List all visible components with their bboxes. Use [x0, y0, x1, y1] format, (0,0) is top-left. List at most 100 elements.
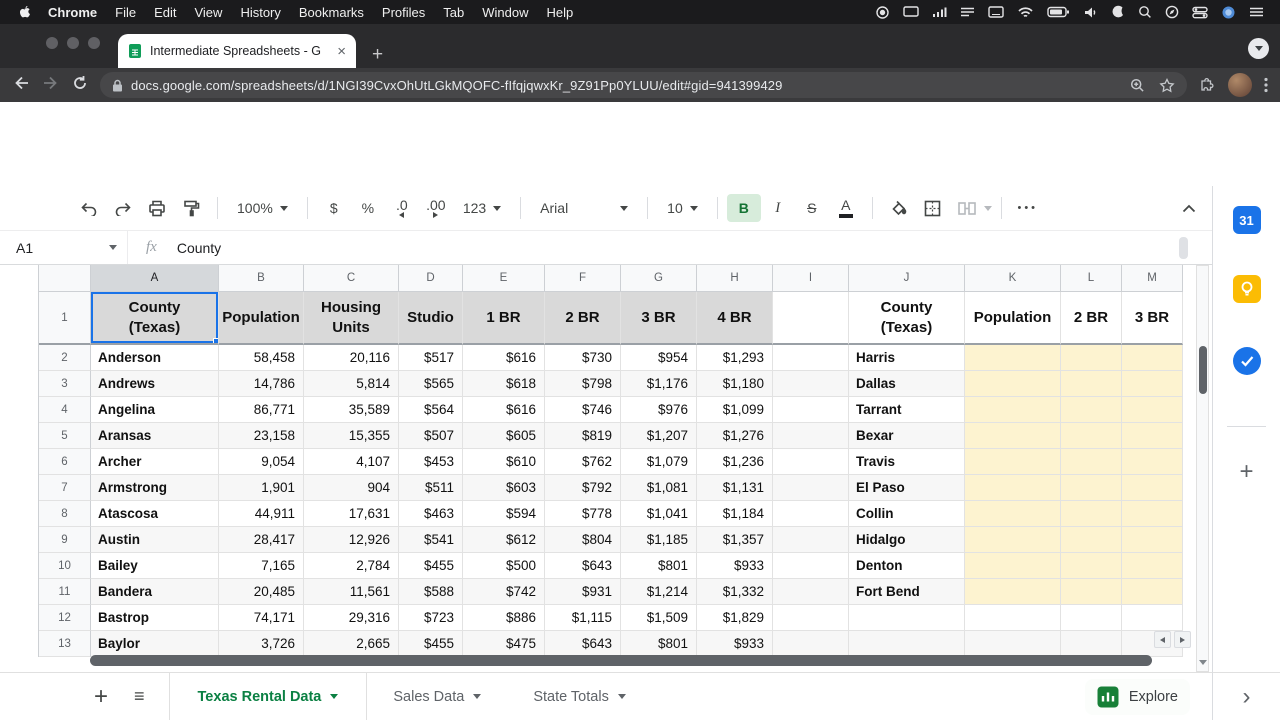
cell-C13[interactable]: 2,665	[304, 631, 399, 657]
cell-I6[interactable]	[773, 449, 849, 475]
sheet-tab-state-totals[interactable]: State Totals	[507, 673, 652, 720]
cell-E5[interactable]: $605	[463, 423, 545, 449]
cell-K1[interactable]: Population	[965, 292, 1061, 345]
reload-icon[interactable]	[72, 75, 88, 96]
col-header-A[interactable]: A	[91, 265, 219, 292]
cell-M10[interactable]	[1122, 553, 1183, 579]
cell-H4[interactable]: $1,099	[697, 397, 773, 423]
cell-L6[interactable]	[1061, 449, 1122, 475]
cell-I9[interactable]	[773, 527, 849, 553]
new-tab-button[interactable]: +	[372, 45, 383, 64]
cell-L13[interactable]	[1061, 631, 1122, 657]
cell-C6[interactable]: 4,107	[304, 449, 399, 475]
zoom-select[interactable]: 100%	[227, 194, 298, 222]
cell-K3[interactable]	[965, 371, 1061, 397]
compass-icon[interactable]	[1165, 5, 1179, 19]
name-box[interactable]: A1	[0, 231, 128, 264]
cell-J8[interactable]: Collin	[849, 501, 965, 527]
col-header-H[interactable]: H	[697, 265, 773, 292]
cell-B3[interactable]: 14,786	[219, 371, 304, 397]
cell-L11[interactable]	[1061, 579, 1122, 605]
sheet-tab-sales-data[interactable]: Sales Data	[367, 673, 507, 720]
more-formats-button[interactable]: 123	[453, 194, 511, 222]
cell-H9[interactable]: $1,357	[697, 527, 773, 553]
cell-A3[interactable]: Andrews	[91, 371, 219, 397]
cell-A4[interactable]: Angelina	[91, 397, 219, 423]
cell-K9[interactable]	[965, 527, 1061, 553]
control-center-icon[interactable]	[1192, 6, 1208, 19]
row-header-11[interactable]: 11	[39, 579, 91, 605]
cell-G4[interactable]: $976	[621, 397, 697, 423]
cell-G11[interactable]: $1,214	[621, 579, 697, 605]
row-header-4[interactable]: 4	[39, 397, 91, 423]
col-header-I[interactable]: I	[773, 265, 849, 292]
cell-D9[interactable]: $541	[399, 527, 463, 553]
menu-window[interactable]: Window	[473, 5, 537, 20]
spotlight-search-icon[interactable]	[1138, 5, 1152, 19]
col-header-J[interactable]: J	[849, 265, 965, 292]
cell-M11[interactable]	[1122, 579, 1183, 605]
cell-D3[interactable]: $565	[399, 371, 463, 397]
cell-D12[interactable]: $723	[399, 605, 463, 631]
cell-C4[interactable]: 35,589	[304, 397, 399, 423]
cell-D8[interactable]: $463	[399, 501, 463, 527]
cell-C5[interactable]: 15,355	[304, 423, 399, 449]
cell-K13[interactable]	[965, 631, 1061, 657]
cell-C9[interactable]: 12,926	[304, 527, 399, 553]
vertical-scrollbar[interactable]	[1196, 265, 1209, 672]
do-not-disturb-icon[interactable]	[1111, 5, 1125, 19]
cell-H5[interactable]: $1,276	[697, 423, 773, 449]
cell-L12[interactable]	[1061, 605, 1122, 631]
cell-D7[interactable]: $511	[399, 475, 463, 501]
window-zoom-button[interactable]	[88, 37, 100, 49]
hamburger-menu-icon[interactable]	[1249, 6, 1264, 18]
font-select[interactable]: Arial	[530, 194, 638, 222]
row-header-12[interactable]: 12	[39, 605, 91, 631]
undo-button[interactable]	[72, 194, 106, 222]
cell-G8[interactable]: $1,041	[621, 501, 697, 527]
cell-E7[interactable]: $603	[463, 475, 545, 501]
cell-G7[interactable]: $1,081	[621, 475, 697, 501]
cell-E3[interactable]: $618	[463, 371, 545, 397]
cell-H3[interactable]: $1,180	[697, 371, 773, 397]
cell-B8[interactable]: 44,911	[219, 501, 304, 527]
volume-icon[interactable]	[1083, 6, 1098, 19]
cell-C10[interactable]: 2,784	[304, 553, 399, 579]
menu-tab[interactable]: Tab	[434, 5, 473, 20]
cell-I1[interactable]	[773, 292, 849, 345]
redo-button[interactable]	[106, 194, 140, 222]
cell-L8[interactable]	[1061, 501, 1122, 527]
row-header-5[interactable]: 5	[39, 423, 91, 449]
col-header-D[interactable]: D	[399, 265, 463, 292]
print-button[interactable]	[140, 194, 174, 222]
cell-E2[interactable]: $616	[463, 345, 545, 371]
extensions-puzzle-icon[interactable]	[1199, 77, 1216, 94]
strikethrough-button[interactable]: S	[795, 194, 829, 222]
formula-input[interactable]: County	[177, 240, 221, 256]
cell-K12[interactable]	[965, 605, 1061, 631]
cell-H1[interactable]: 4 BR	[697, 292, 773, 345]
cell-M4[interactable]	[1122, 397, 1183, 423]
cell-A12[interactable]: Bastrop	[91, 605, 219, 631]
cell-A2[interactable]: Anderson	[91, 345, 219, 371]
cell-I7[interactable]	[773, 475, 849, 501]
spreadsheet-grid[interactable]: ABCDEFGHIJKLM1County (Texas)PopulationHo…	[38, 265, 1183, 657]
cell-M8[interactable]	[1122, 501, 1183, 527]
cell-L3[interactable]	[1061, 371, 1122, 397]
grid-corner[interactable]	[39, 265, 91, 292]
cell-E9[interactable]: $612	[463, 527, 545, 553]
col-header-F[interactable]: F	[545, 265, 621, 292]
cell-E11[interactable]: $742	[463, 579, 545, 605]
cell-F1[interactable]: 2 BR	[545, 292, 621, 345]
back-icon[interactable]	[12, 75, 30, 96]
cell-B1[interactable]: Population	[219, 292, 304, 345]
col-header-M[interactable]: M	[1122, 265, 1183, 292]
cell-C8[interactable]: 17,631	[304, 501, 399, 527]
cell-E4[interactable]: $616	[463, 397, 545, 423]
tab-close-icon[interactable]: ×	[337, 44, 346, 59]
menu-profiles[interactable]: Profiles	[373, 5, 434, 20]
cell-J10[interactable]: Denton	[849, 553, 965, 579]
omnibox[interactable]: docs.google.com/spreadsheets/d/1NGI39Cvx…	[100, 72, 1187, 98]
cell-G6[interactable]: $1,079	[621, 449, 697, 475]
display-icon[interactable]	[903, 5, 919, 19]
